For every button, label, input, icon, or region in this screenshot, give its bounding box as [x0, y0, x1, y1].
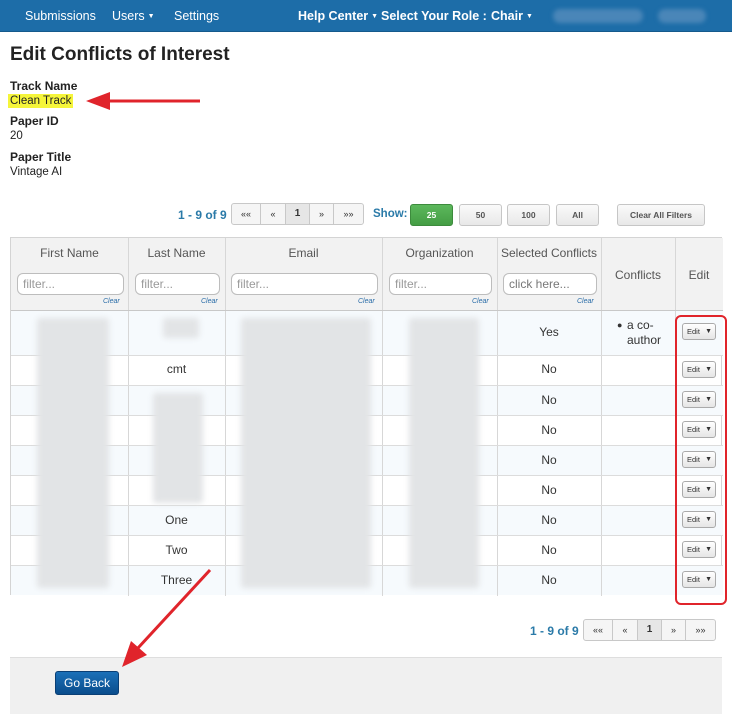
selected-conflicts-filter-input[interactable]: click here... [503, 273, 597, 295]
paper-title-value: Vintage AI [10, 166, 63, 178]
page-prev-button[interactable]: « [613, 620, 638, 640]
last-name-cell: cmt [166, 362, 187, 376]
nav-settings[interactable]: Settings [174, 0, 219, 32]
page-current-button[interactable]: 1 [638, 620, 662, 640]
pagination-bottom: «« « 1 » »» [583, 619, 716, 641]
page-first-button[interactable]: «« [584, 620, 613, 640]
column-divider [225, 238, 226, 596]
column-divider [601, 238, 602, 596]
column-header-last-name[interactable]: Last Name [128, 246, 225, 260]
redacted-emails [241, 318, 371, 588]
redacted-user-menu[interactable] [658, 9, 706, 23]
page-title: Edit Conflicts of Interest [10, 44, 230, 65]
column-divider [382, 238, 383, 596]
redacted-last-name [163, 318, 199, 338]
first-name-clear-link[interactable]: Clear [103, 298, 120, 305]
conflict-list: ● a co-author [617, 318, 675, 348]
nav-users-label: Users [112, 9, 145, 23]
last-name-cell: One [165, 513, 188, 527]
page-last-button[interactable]: »» [334, 204, 363, 224]
nav-submissions[interactable]: Submissions [25, 0, 96, 32]
redacted-first-names [37, 318, 109, 588]
column-header-edit: Edit [688, 268, 710, 282]
pagination-count-bottom: 1 - 9 of 9 [530, 624, 579, 638]
go-back-button[interactable]: Go Back [55, 671, 119, 695]
column-header-email[interactable]: Email [225, 246, 382, 260]
role-dropdown[interactable]: Chair ▼ [491, 0, 533, 32]
selected-conflicts-clear-link[interactable]: Clear [577, 298, 594, 305]
selected-conflict-cell: No [541, 423, 557, 437]
page-next-button[interactable]: » [662, 620, 686, 640]
bullet-icon: ● [617, 320, 623, 330]
paper-id-label: Paper ID [10, 114, 59, 128]
redacted-last-names [153, 393, 203, 503]
chevron-down-icon: ▼ [525, 13, 533, 20]
chevron-down-icon: ▼ [147, 13, 155, 20]
page-size-100-button[interactable]: 100 [507, 204, 550, 226]
last-name-filter-input[interactable]: filter... [135, 273, 220, 295]
selected-conflict-cell: Yes [539, 325, 559, 339]
organization-filter-input[interactable]: filter... [389, 273, 492, 295]
last-name-clear-link[interactable]: Clear [201, 298, 218, 305]
selected-conflict-cell: No [541, 362, 557, 376]
redacted-organizations [409, 318, 479, 588]
page-current-button[interactable]: 1 [286, 204, 310, 224]
nav-help-center[interactable]: Help Center ▼ [298, 0, 378, 32]
page-size-50-button[interactable]: 50 [459, 204, 502, 226]
email-clear-link[interactable]: Clear [358, 298, 375, 305]
chevron-down-icon: ▼ [371, 13, 379, 20]
selected-conflict-cell: No [541, 573, 557, 587]
column-header-first-name[interactable]: First Name [11, 246, 128, 260]
row-divider [11, 310, 723, 311]
show-label: Show: [373, 208, 408, 220]
selected-conflict-cell: No [541, 453, 557, 467]
clear-all-filters-button[interactable]: Clear All Filters [617, 204, 705, 226]
last-name-cell: Three [160, 573, 193, 587]
column-header-selected-conflicts[interactable]: Selected Conflicts [497, 246, 601, 260]
nav-help-center-label: Help Center [298, 9, 369, 23]
redacted-user-name[interactable] [553, 9, 643, 23]
arrow-to-track-name-icon [86, 92, 200, 110]
pagination-top: «« « 1 » »» [231, 203, 364, 225]
track-name-highlight: Clean Track [8, 94, 74, 108]
nav-users[interactable]: Users ▼ [112, 0, 155, 32]
paper-title-label: Paper Title [10, 150, 72, 164]
organization-clear-link[interactable]: Clear [472, 298, 489, 305]
email-filter-input[interactable]: filter... [231, 273, 378, 295]
last-name-cell: Two [165, 543, 188, 557]
track-name-value: Clean Track [8, 94, 74, 108]
pagination-count: 1 - 9 of 9 [178, 208, 227, 222]
selected-conflict-cell: No [541, 483, 557, 497]
paper-id-value: 20 [10, 130, 23, 142]
page-size-all-button[interactable]: All [556, 204, 599, 226]
first-name-filter-input[interactable]: filter... [17, 273, 124, 295]
page-last-button[interactable]: »» [686, 620, 715, 640]
conflict-item: a co-author [627, 318, 662, 347]
column-header-conflicts: Conflicts [614, 268, 661, 282]
select-role-label: Select Your Role : [381, 9, 487, 23]
column-header-organization[interactable]: Organization [382, 246, 497, 260]
selected-conflict-cell: No [541, 513, 557, 527]
selected-conflict-cell: No [541, 543, 557, 557]
annotation-highlight-box [675, 315, 727, 605]
page-size-25-button[interactable]: 25 [410, 204, 453, 226]
page-next-button[interactable]: » [310, 204, 334, 224]
selected-conflict-cell: No [541, 393, 557, 407]
conflicts-table: First Name Last Name Email Organization … [10, 237, 723, 596]
page-prev-button[interactable]: « [261, 204, 286, 224]
track-name-label: Track Name [10, 79, 78, 93]
role-value: Chair [491, 9, 523, 23]
page-first-button[interactable]: «« [232, 204, 261, 224]
top-navbar: Submissions Users ▼ Settings Help Center ▼… [0, 0, 732, 32]
